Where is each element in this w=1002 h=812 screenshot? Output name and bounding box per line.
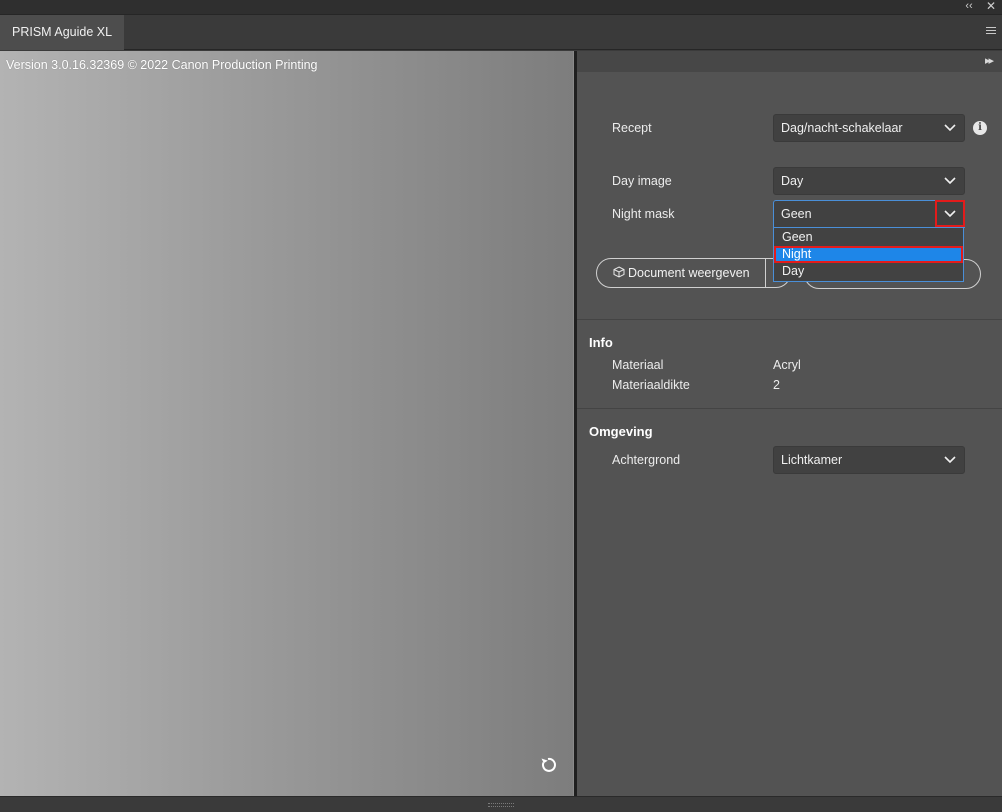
- document-weergeven-button[interactable]: Document weergeven: [596, 258, 791, 288]
- night-mask-dropdown-list: Geen Night Day: [773, 228, 964, 282]
- recept-select[interactable]: Dag/nacht-schakelaar: [773, 114, 965, 142]
- achtergrond-select-value: Lichtkamer: [781, 453, 843, 467]
- chevron-down-icon: [944, 210, 956, 218]
- preview-area[interactable]: Version 3.0.16.32369 © 2022 Canon Produc…: [0, 51, 573, 796]
- hamburger-menu-icon[interactable]: [986, 27, 996, 36]
- night-mask-select-value: Geen: [781, 207, 812, 221]
- info-icon[interactable]: i: [973, 121, 987, 135]
- bottom-bar: [0, 796, 1002, 812]
- day-image-label: Day image: [612, 174, 672, 188]
- achtergrond-label: Achtergrond: [612, 453, 681, 467]
- dropdown-option-geen[interactable]: Geen: [774, 229, 963, 246]
- achtergrond-select[interactable]: Lichtkamer: [773, 446, 965, 474]
- properties-panel: ▸▸ Recept Dag/nacht-schakelaar i Day ima…: [577, 51, 1002, 796]
- chevron-down-icon: [944, 177, 956, 185]
- cube-icon: [613, 266, 625, 278]
- omgeving-section-title: Omgeving: [589, 424, 653, 439]
- day-image-select[interactable]: Day: [773, 167, 965, 195]
- night-mask-dropdown-toggle[interactable]: [935, 200, 965, 227]
- night-mask-label: Night mask: [612, 207, 675, 221]
- day-image-select-value: Day: [781, 174, 804, 188]
- panel-header: ▸▸: [577, 51, 1002, 72]
- materiaal-label: Materiaal: [612, 358, 664, 372]
- resize-grip[interactable]: [488, 803, 514, 807]
- window-top-strip: ‹‹ ✕: [0, 0, 1002, 14]
- materiaaldikte-label: Materiaaldikte: [612, 378, 690, 392]
- document-weergeven-label: Document weergeven: [628, 266, 750, 280]
- recept-label: Recept: [612, 121, 652, 135]
- recept-select-value: Dag/nacht-schakelaar: [781, 121, 903, 135]
- section-divider: [577, 319, 1002, 320]
- close-icon[interactable]: ✕: [983, 0, 999, 14]
- info-section-title: Info: [589, 335, 613, 350]
- tab-bar: PRISM Aguide XL: [0, 14, 1002, 50]
- tab-prism-aguide-xl[interactable]: PRISM Aguide XL: [0, 15, 124, 50]
- section-divider: [577, 408, 1002, 409]
- materiaal-value: Acryl: [773, 358, 801, 372]
- refresh-icon[interactable]: [538, 755, 558, 775]
- materiaaldikte-value: 2: [773, 378, 780, 392]
- dropdown-option-night[interactable]: Night: [774, 246, 963, 263]
- chevron-down-icon: [944, 124, 956, 132]
- version-text: Version 3.0.16.32369 © 2022 Canon Produc…: [6, 58, 318, 72]
- dropdown-option-day[interactable]: Day: [774, 263, 963, 280]
- chevron-down-icon: [944, 456, 956, 464]
- expand-panel-icon[interactable]: ▸▸: [985, 54, 994, 67]
- collapse-panels-icon[interactable]: ‹‹: [961, 0, 977, 14]
- night-mask-select[interactable]: Geen: [773, 200, 965, 228]
